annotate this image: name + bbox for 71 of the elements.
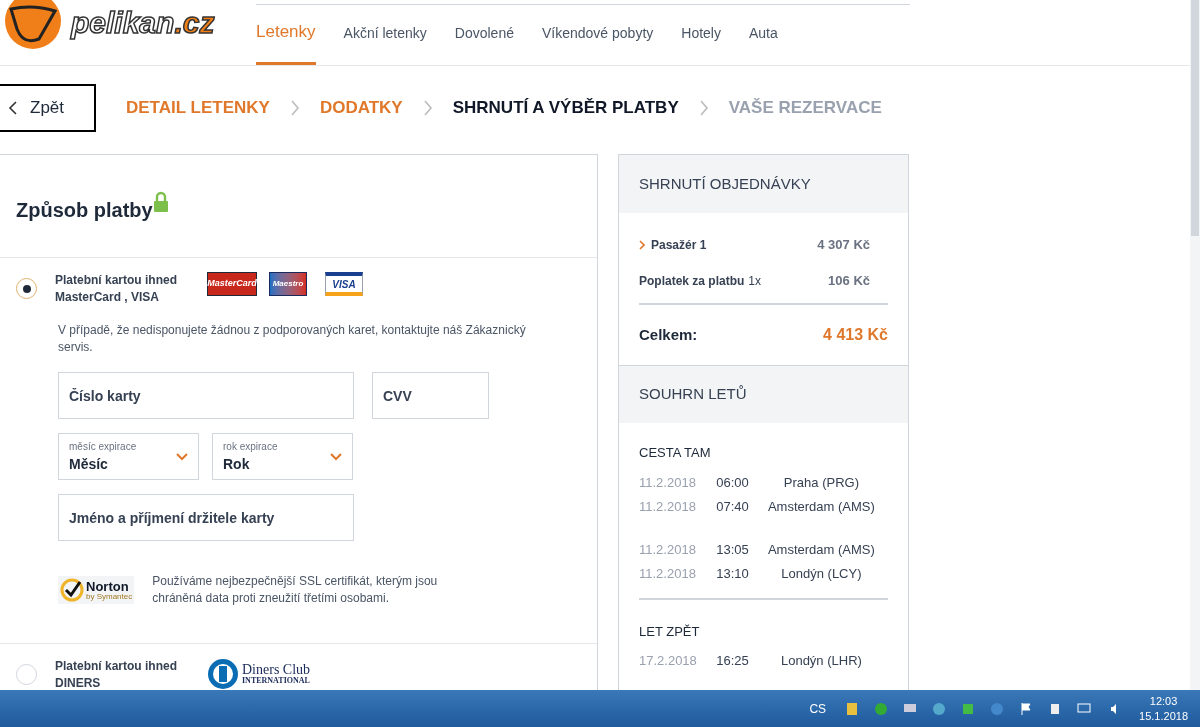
logo-text: INTERNATIONAL xyxy=(242,677,311,685)
info-text: V případě, že nedisponujete žádnou z podporovaných karet, kontaktujte náš Zákaznický servis. xyxy=(58,322,527,356)
progress-step: SHRNUTÍ A VÝBĚR PLATBY xyxy=(452,95,679,121)
nav-tab[interactable]: Akční letenky xyxy=(343,23,427,65)
chevron-down-icon xyxy=(330,452,342,461)
method-label: Platební kartou ihned xyxy=(55,658,178,675)
back-button[interactable]: Zpět xyxy=(0,84,96,132)
flight-time: 13:05 xyxy=(716,540,750,559)
logo-text: by Symantec xyxy=(86,592,133,601)
flight-time: 13:10 xyxy=(716,564,750,583)
panel-header: SHRNUTÍ OBJEDNÁVKY xyxy=(619,155,908,213)
nav-tab[interactable]: Auta xyxy=(748,23,778,65)
chevron-right-icon xyxy=(698,100,709,116)
flight-date: 11.2.2018 xyxy=(639,497,697,516)
method-label: Platební kartou ihned xyxy=(55,272,178,289)
cardholder-name-field[interactable]: Jméno a příjmení držitele karty xyxy=(58,494,354,541)
progress-step: VAŠE REZERVACE xyxy=(728,95,882,121)
flight-date: 11.2.2018 xyxy=(639,473,697,492)
checkmark-icon xyxy=(60,578,84,602)
chevron-right-icon xyxy=(639,240,645,250)
price: 4 307 Kč xyxy=(817,236,870,255)
flight-date: 11.2.2018 xyxy=(639,540,697,559)
clock[interactable]: 12:03 15.1.2018 xyxy=(1139,693,1188,724)
total-label: Celkem: xyxy=(639,324,698,345)
flight-place: Praha (PRG) xyxy=(782,473,860,492)
scrollbar-thumb[interactable] xyxy=(1191,0,1199,236)
flight-date: 17.2.2018 xyxy=(639,652,698,671)
chevron-right-icon xyxy=(289,100,300,116)
expiry-select[interactable]: rok expirace Rok xyxy=(212,433,353,480)
logo-text[interactable]: pelikan.cz xyxy=(71,0,215,45)
flight-place: Londýn (LCY) xyxy=(780,564,863,583)
cvv-field[interactable]: CVV xyxy=(372,372,489,419)
method-label: DINERS xyxy=(55,675,102,690)
flight-place: Amsterdam (AMS) xyxy=(766,540,876,559)
flight-time: 06:00 xyxy=(716,473,750,492)
price: 106 Kč xyxy=(828,272,870,291)
language-indicator[interactable]: CS xyxy=(809,699,827,718)
field-label: měsíc expirace xyxy=(69,439,137,454)
nav-tab[interactable]: Dovolené xyxy=(454,23,514,65)
leg-title: CESTA TAM xyxy=(639,444,712,462)
progress-step: DETAIL LETENKY xyxy=(126,95,270,121)
flight-time: 16:25 xyxy=(716,652,750,671)
card-logo: VISA xyxy=(325,272,363,296)
card-number-field[interactable]: Číslo karty xyxy=(58,372,354,419)
flight-place: Amsterdam (AMS) xyxy=(766,497,876,516)
chevron-left-icon xyxy=(8,101,18,115)
progress-step: DODATKY xyxy=(319,95,403,121)
flight-date: 11.2.2018 xyxy=(639,564,697,583)
diners-circle-icon xyxy=(207,658,239,690)
chevron-right-icon xyxy=(422,100,433,116)
panel-header: SOUHRN LETŮ xyxy=(619,365,908,423)
logo-text: Diners Club xyxy=(242,663,311,677)
lock-icon xyxy=(152,191,169,213)
section-title: Způsob platby xyxy=(16,198,153,223)
summary-label: Poplatek za platbu 1x xyxy=(639,273,762,290)
expiry-select[interactable]: měsíc expirace Měsíc xyxy=(58,433,199,480)
total-price: 4 413 Kč xyxy=(823,325,888,345)
card-logo: Maestro xyxy=(269,272,307,296)
field-label: rok expirace xyxy=(223,439,278,454)
leg-title: LET ZPĚT xyxy=(639,622,701,641)
chevron-down-icon xyxy=(176,452,188,461)
select-value: Rok xyxy=(223,454,251,474)
method-label: MasterCard , VISA xyxy=(55,289,161,306)
summary-label[interactable]: Pasažér 1 xyxy=(651,236,707,254)
nav-tab[interactable]: Hotely xyxy=(681,23,721,65)
nav-tab[interactable]: Víkendové pobyty xyxy=(541,23,654,65)
flight-time: 07:40 xyxy=(716,497,750,516)
select-value: Měsíc xyxy=(69,454,109,474)
flight-place: Londýn (LHR) xyxy=(779,652,863,671)
logo-text: Norton xyxy=(86,579,130,593)
security-text: Používáme nejbezpečnější SSL certifikát, kterým jsou chráněná data proti zneužití třetími osobami. xyxy=(152,573,439,607)
